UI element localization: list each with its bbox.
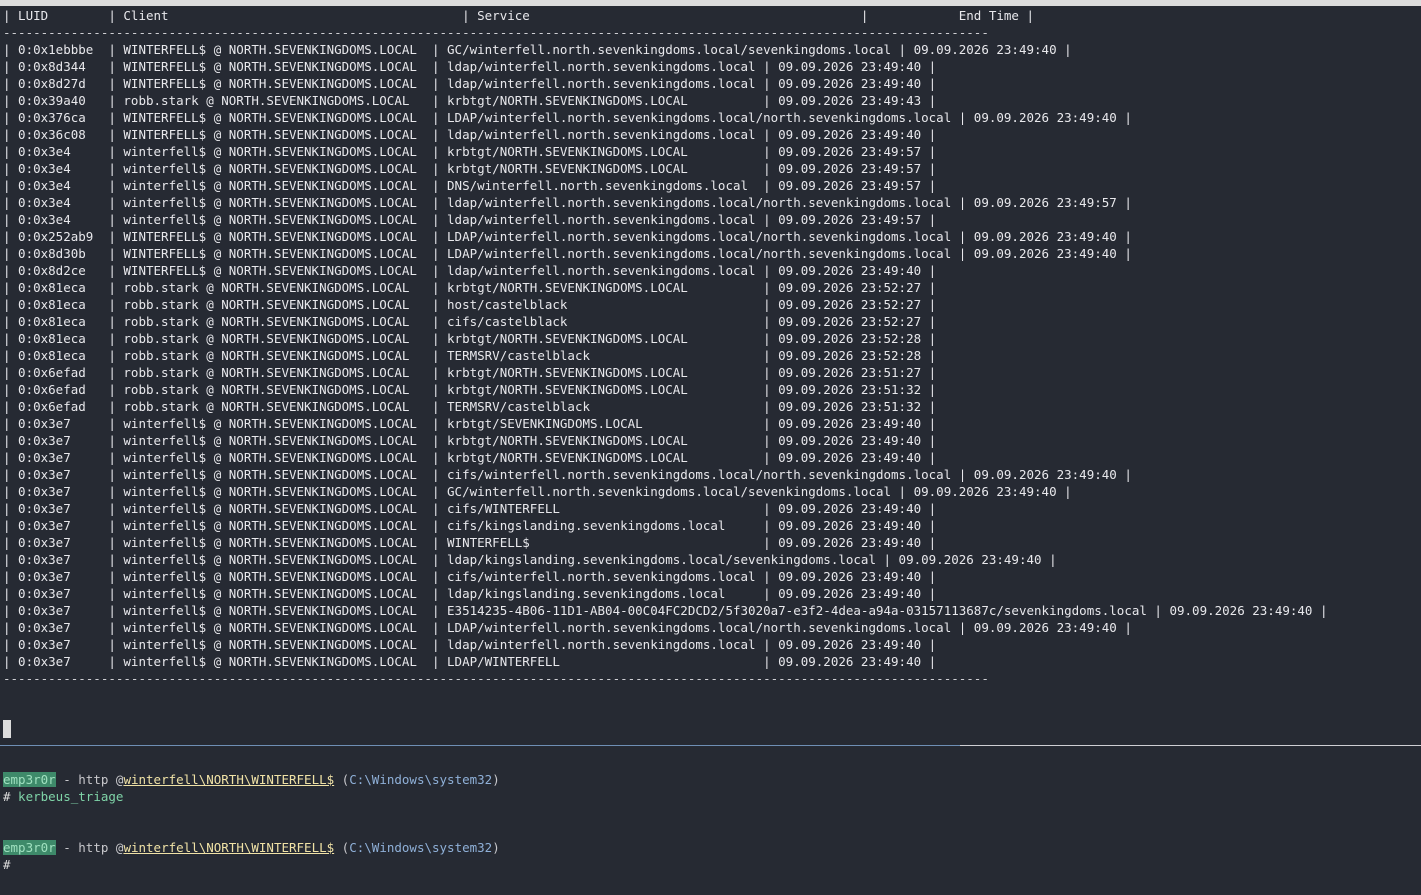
prompt-at: @ bbox=[108, 840, 124, 855]
table-row: | 0:0x3e7 | winterfell$ @ NORTH.SEVENKIN… bbox=[3, 603, 1328, 618]
prompt-user: emp3r0r bbox=[3, 840, 56, 855]
table-header: | LUID | Client | Service | End Time | bbox=[3, 8, 1035, 23]
table-row: | 0:0x81eca | robb.stark @ NORTH.SEVENKI… bbox=[3, 348, 937, 363]
table-row: | 0:0x3e7 | winterfell$ @ NORTH.SEVENKIN… bbox=[3, 433, 937, 448]
prompt-close-paren: ) bbox=[492, 772, 500, 787]
table-row: | 0:0x3e7 | winterfell$ @ NORTH.SEVENKIN… bbox=[3, 416, 937, 431]
table-row: | 0:0x81eca | robb.stark @ NORTH.SEVENKI… bbox=[3, 297, 937, 312]
table-row: | 0:0x3e7 | winterfell$ @ NORTH.SEVENKIN… bbox=[3, 586, 937, 601]
table-row: | 0:0x6efad | robb.stark @ NORTH.SEVENKI… bbox=[3, 382, 937, 397]
table-row: | 0:0x3e4 | winterfell$ @ NORTH.SEVENKIN… bbox=[3, 144, 937, 159]
table-row: | 0:0x3e4 | winterfell$ @ NORTH.SEVENKIN… bbox=[3, 195, 1132, 210]
prompt-close-paren: ) bbox=[492, 840, 500, 855]
pane-divider-accent bbox=[0, 745, 960, 746]
prompt-transport: http bbox=[78, 772, 109, 787]
terminal-output: | LUID | Client | Service | End Time | -… bbox=[3, 7, 1418, 687]
prompt-dash: - bbox=[55, 772, 79, 787]
table-row: | 0:0x1ebbbe | WINTERFELL$ @ NORTH.SEVEN… bbox=[3, 42, 1072, 57]
command-line-2[interactable]: # bbox=[3, 856, 11, 873]
prompt-user: emp3r0r bbox=[3, 772, 56, 787]
prompt-host-link[interactable]: winterfell\NORTH\WINTERFELL$ bbox=[123, 772, 334, 787]
command-line-1[interactable]: # kerbeus_triage bbox=[3, 788, 123, 805]
window-top-strip bbox=[0, 0, 1421, 6]
table-row: | 0:0x8d30b | WINTERFELL$ @ NORTH.SEVENK… bbox=[3, 246, 1132, 261]
table-row: | 0:0x3e7 | winterfell$ @ NORTH.SEVENKIN… bbox=[3, 535, 937, 550]
table-row: | 0:0x3e7 | winterfell$ @ NORTH.SEVENKIN… bbox=[3, 654, 937, 669]
table-row: | 0:0x81eca | robb.stark @ NORTH.SEVENKI… bbox=[3, 314, 937, 329]
table-row: | 0:0x3e4 | winterfell$ @ NORTH.SEVENKIN… bbox=[3, 178, 937, 193]
prompt-at: @ bbox=[108, 772, 124, 787]
prompt-host-link[interactable]: winterfell\NORTH\WINTERFELL$ bbox=[123, 840, 334, 855]
table-row: | 0:0x3e7 | winterfell$ @ NORTH.SEVENKIN… bbox=[3, 484, 1072, 499]
prompt-hash: # bbox=[3, 857, 11, 872]
table-row: | 0:0x3e4 | winterfell$ @ NORTH.SEVENKIN… bbox=[3, 212, 937, 227]
table-row: | 0:0x3e7 | winterfell$ @ NORTH.SEVENKIN… bbox=[3, 467, 1132, 482]
command-text: kerbeus_triage bbox=[10, 789, 124, 804]
prompt-path: C:\Windows\system32 bbox=[349, 772, 493, 787]
table-row: | 0:0x3e7 | winterfell$ @ NORTH.SEVENKIN… bbox=[3, 450, 937, 465]
table-row: | 0:0x3e4 | winterfell$ @ NORTH.SEVENKIN… bbox=[3, 161, 937, 176]
table-row: | 0:0x3e7 | winterfell$ @ NORTH.SEVENKIN… bbox=[3, 552, 1057, 567]
table-row: | 0:0x8d344 | WINTERFELL$ @ NORTH.SEVENK… bbox=[3, 59, 937, 74]
prompt-dash: - bbox=[55, 840, 79, 855]
table-row: | 0:0x39a40 | robb.stark @ NORTH.SEVENKI… bbox=[3, 93, 937, 108]
table-row: | 0:0x81eca | robb.stark @ NORTH.SEVENKI… bbox=[3, 280, 937, 295]
prompt-open-paren: ( bbox=[334, 772, 350, 787]
table-row: | 0:0x3e7 | winterfell$ @ NORTH.SEVENKIN… bbox=[3, 569, 937, 584]
prompt-open-paren: ( bbox=[334, 840, 350, 855]
table-row: | 0:0x3e7 | winterfell$ @ NORTH.SEVENKIN… bbox=[3, 518, 937, 533]
table-row: | 0:0x81eca | robb.stark @ NORTH.SEVENKI… bbox=[3, 331, 937, 346]
table-row: | 0:0x6efad | robb.stark @ NORTH.SEVENKI… bbox=[3, 399, 937, 414]
table-row: | 0:0x252ab9 | WINTERFELL$ @ NORTH.SEVEN… bbox=[3, 229, 1132, 244]
prompt-transport: http bbox=[78, 840, 109, 855]
table-row: | 0:0x6efad | robb.stark @ NORTH.SEVENKI… bbox=[3, 365, 937, 380]
prompt-hash: # bbox=[3, 789, 11, 804]
table-row: | 0:0x3e7 | winterfell$ @ NORTH.SEVENKIN… bbox=[3, 501, 937, 516]
terminal-cursor bbox=[3, 720, 11, 738]
table-row: | 0:0x8d27d | WINTERFELL$ @ NORTH.SEVENK… bbox=[3, 76, 937, 91]
table-row: | 0:0x376ca | WINTERFELL$ @ NORTH.SEVENK… bbox=[3, 110, 1132, 125]
table-row: | 0:0x8d2ce | WINTERFELL$ @ NORTH.SEVENK… bbox=[3, 263, 937, 278]
table-row: | 0:0x3e7 | winterfell$ @ NORTH.SEVENKIN… bbox=[3, 637, 937, 652]
table-separator: ----------------------------------------… bbox=[3, 25, 989, 40]
shell-prompt-2: emp3r0r - http @winterfell\NORTH\WINTERF… bbox=[3, 839, 500, 856]
table-body: | 0:0x1ebbbe | WINTERFELL$ @ NORTH.SEVEN… bbox=[3, 41, 1418, 670]
table-footer: ----------------------------------------… bbox=[3, 671, 989, 686]
table-row: | 0:0x3e7 | winterfell$ @ NORTH.SEVENKIN… bbox=[3, 620, 1132, 635]
prompt-path: C:\Windows\system32 bbox=[349, 840, 493, 855]
table-row: | 0:0x36c08 | WINTERFELL$ @ NORTH.SEVENK… bbox=[3, 127, 937, 142]
shell-prompt-1: emp3r0r - http @winterfell\NORTH\WINTERF… bbox=[3, 771, 500, 788]
